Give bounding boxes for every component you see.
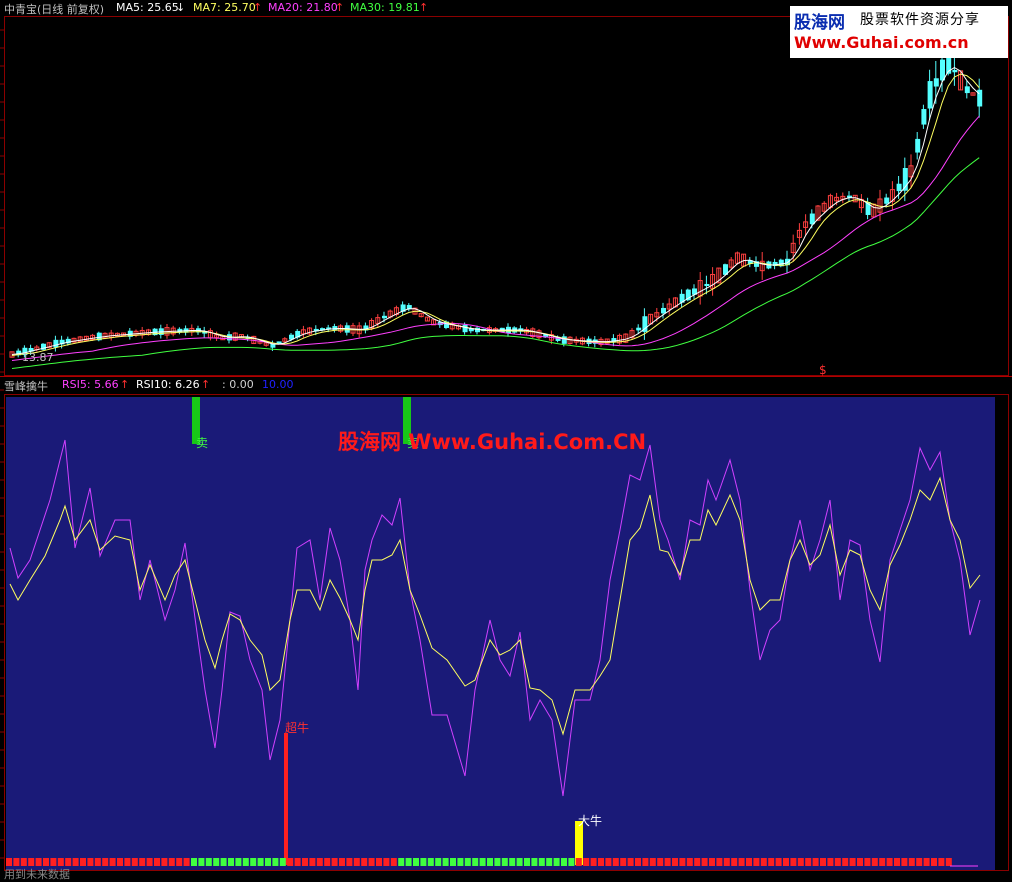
stock-title[interactable]: 中青宝(日线 前复权) (4, 1, 104, 17)
rsi10-arrow-icon: ↑ (201, 378, 211, 391)
sell-signal-label-1: 卖 (196, 436, 208, 450)
ma30-value: MA30: 19.81 (350, 1, 420, 14)
rsi5-arrow-icon: ↑ (120, 378, 130, 391)
big-bull-label: 大牛 (578, 813, 602, 828)
ma5-value: MA5: 25.65 (116, 1, 179, 14)
ma7-value: MA7: 25.70 (193, 1, 256, 14)
super-bull-bar (284, 733, 288, 865)
super-bull-label: 超牛 (285, 720, 309, 735)
status-blocks-row (6, 858, 978, 867)
indicator-value-2: 10.00 (262, 378, 294, 391)
rsi5-value: RSI5: 5.66 (62, 378, 119, 391)
indicator-header: 雪峰擒牛 RSI5: 5.66 ↑ RSI10: 6.26 ↑ : 0.00 1… (0, 377, 400, 393)
logo-name: 股海网 (794, 13, 845, 33)
indicator-value-1: : 0.00 (222, 378, 254, 391)
left-axis-ticks (0, 29, 4, 859)
site-logo: 股海网 股票软件资源分享 Www.Guhai.com.cn (790, 6, 1008, 58)
indicator-background (6, 397, 995, 870)
ma20-arrow-icon: ↑ (335, 1, 345, 14)
ma30-arrow-icon: ↑ (419, 1, 429, 14)
rsi10-value: RSI10: 6.26 (136, 378, 200, 391)
low-price-label: 13.87 (22, 351, 54, 364)
logo-url: Www.Guhai.com.cn (794, 33, 969, 52)
ma5-arrow-icon: ↓ (176, 1, 186, 14)
ma7-line (11, 73, 980, 356)
indicator-name[interactable]: 雪峰擒牛 (4, 378, 48, 394)
watermark: 股海网 Www.Guhai.Com.CN (338, 430, 647, 454)
logo-slogan: 股票软件资源分享 (860, 12, 980, 28)
main-chart-header: 中青宝(日线 前复权) MA5: 25.65 ↓ MA7: 25.70 ↑ MA… (0, 0, 780, 16)
ma7-arrow-icon: ↑ (253, 1, 263, 14)
status-text: 用到未来数据 (4, 868, 70, 881)
dollar-marker: $ (819, 363, 827, 377)
main-chart-frame (4, 16, 1009, 376)
ma20-value: MA20: 21.80 (268, 1, 338, 14)
ma20-line (11, 115, 980, 361)
ma30-line (11, 157, 980, 369)
